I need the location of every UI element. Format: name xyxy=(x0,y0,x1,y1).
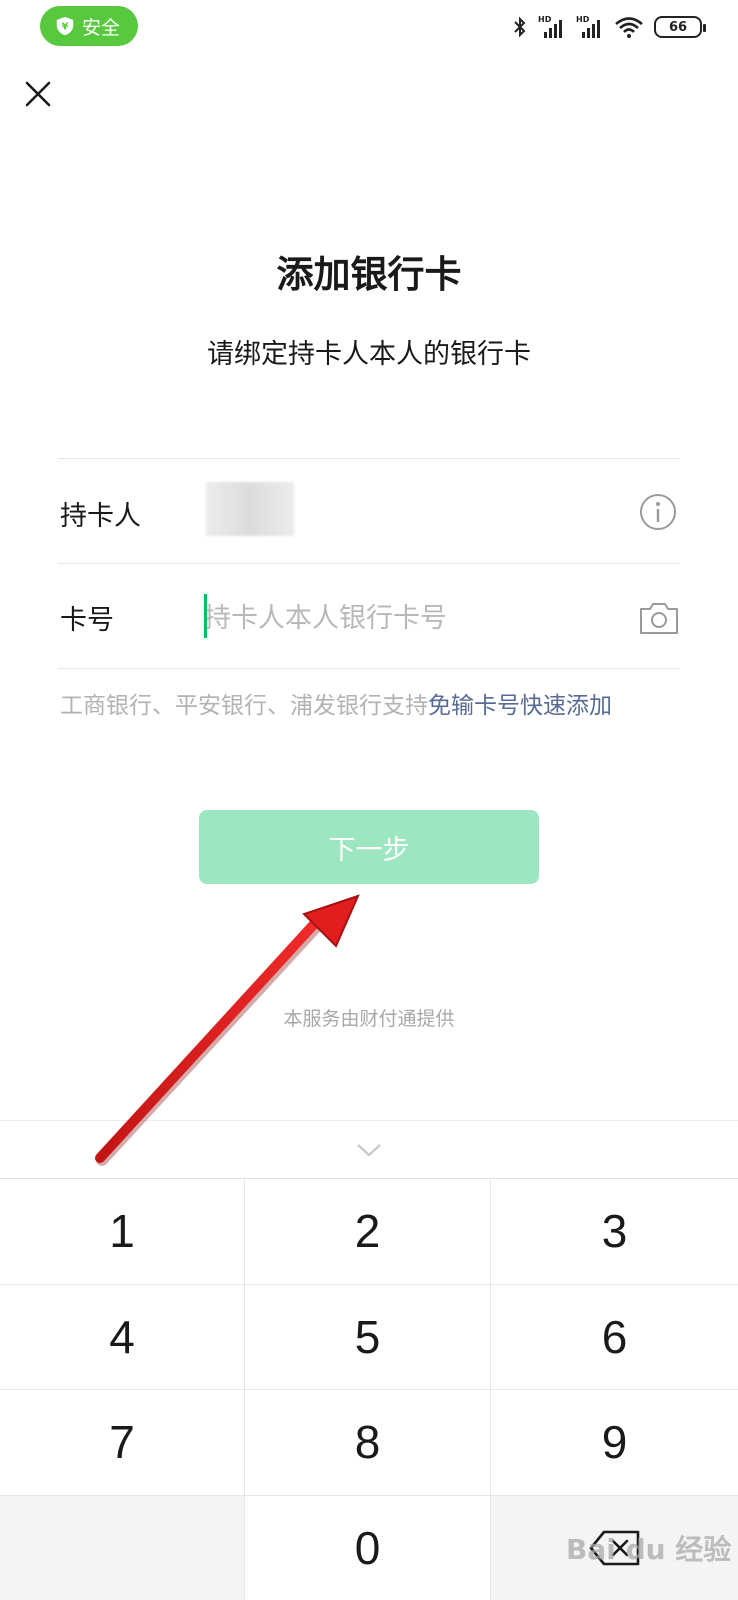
divider xyxy=(58,458,680,459)
divider xyxy=(58,668,680,669)
signal-2-hd-label: HD xyxy=(576,15,590,24)
page-subtitle: 请绑定持卡人本人的银行卡 xyxy=(207,339,531,370)
card-holder-name-masked xyxy=(206,482,294,536)
close-icon xyxy=(25,81,51,107)
service-provider-note: 本服务由财付通提供 xyxy=(283,1008,455,1030)
signal-hd-label: HD xyxy=(538,15,552,24)
bluetooth-icon xyxy=(514,16,526,38)
close-button[interactable] xyxy=(18,74,58,114)
key-8[interactable]: 8 xyxy=(245,1390,491,1496)
quick-add-hint-text: 工商银行、平安银行、浦发银行支持 xyxy=(60,693,428,719)
key-7[interactable]: 7 xyxy=(0,1390,245,1496)
safe-badge-label: 安全 xyxy=(82,16,121,39)
status-icons: HD HD 66 xyxy=(512,14,706,40)
next-step-button[interactable]: 下一步 xyxy=(199,810,539,884)
quick-add-hint: 工商银行、平安银行、浦发银行支持免输卡号快速添加 xyxy=(60,686,612,720)
card-number-input[interactable] xyxy=(204,592,604,644)
svg-text:¥: ¥ xyxy=(61,22,68,33)
status-bar: ¥ 安全 HD HD 66 xyxy=(0,0,738,52)
signal-icon-2: HD xyxy=(576,15,600,38)
safe-badge: ¥ 安全 xyxy=(40,6,138,46)
card-holder-label: 持卡人 xyxy=(60,501,141,532)
shield-yen-icon: ¥ xyxy=(56,16,74,36)
key-3[interactable]: 3 xyxy=(491,1179,738,1285)
chevron-down-icon xyxy=(357,1143,381,1156)
divider xyxy=(58,563,680,564)
key-5[interactable]: 5 xyxy=(245,1284,491,1390)
quick-add-link[interactable]: 免输卡号快速添加 xyxy=(428,693,612,719)
card-number-label: 卡号 xyxy=(60,605,114,636)
key-6[interactable]: 6 xyxy=(491,1284,738,1390)
wifi-icon xyxy=(615,17,643,38)
info-icon[interactable] xyxy=(638,492,678,532)
watermark: Bai du 经验 xyxy=(566,1533,732,1566)
camera-icon[interactable] xyxy=(638,600,680,636)
signal-icon: HD xyxy=(538,15,562,38)
key-4[interactable]: 4 xyxy=(0,1284,245,1390)
keyboard-collapse-bar[interactable] xyxy=(0,1120,738,1178)
text-caret xyxy=(204,594,207,638)
key-1[interactable]: 1 xyxy=(0,1179,245,1285)
key-2[interactable]: 2 xyxy=(245,1179,491,1285)
key-empty xyxy=(0,1495,245,1600)
key-0[interactable]: 0 xyxy=(245,1495,491,1600)
battery-indicator: 66 xyxy=(654,16,706,38)
key-9[interactable]: 9 xyxy=(491,1390,738,1496)
page-title: 添加银行卡 xyxy=(276,253,462,296)
